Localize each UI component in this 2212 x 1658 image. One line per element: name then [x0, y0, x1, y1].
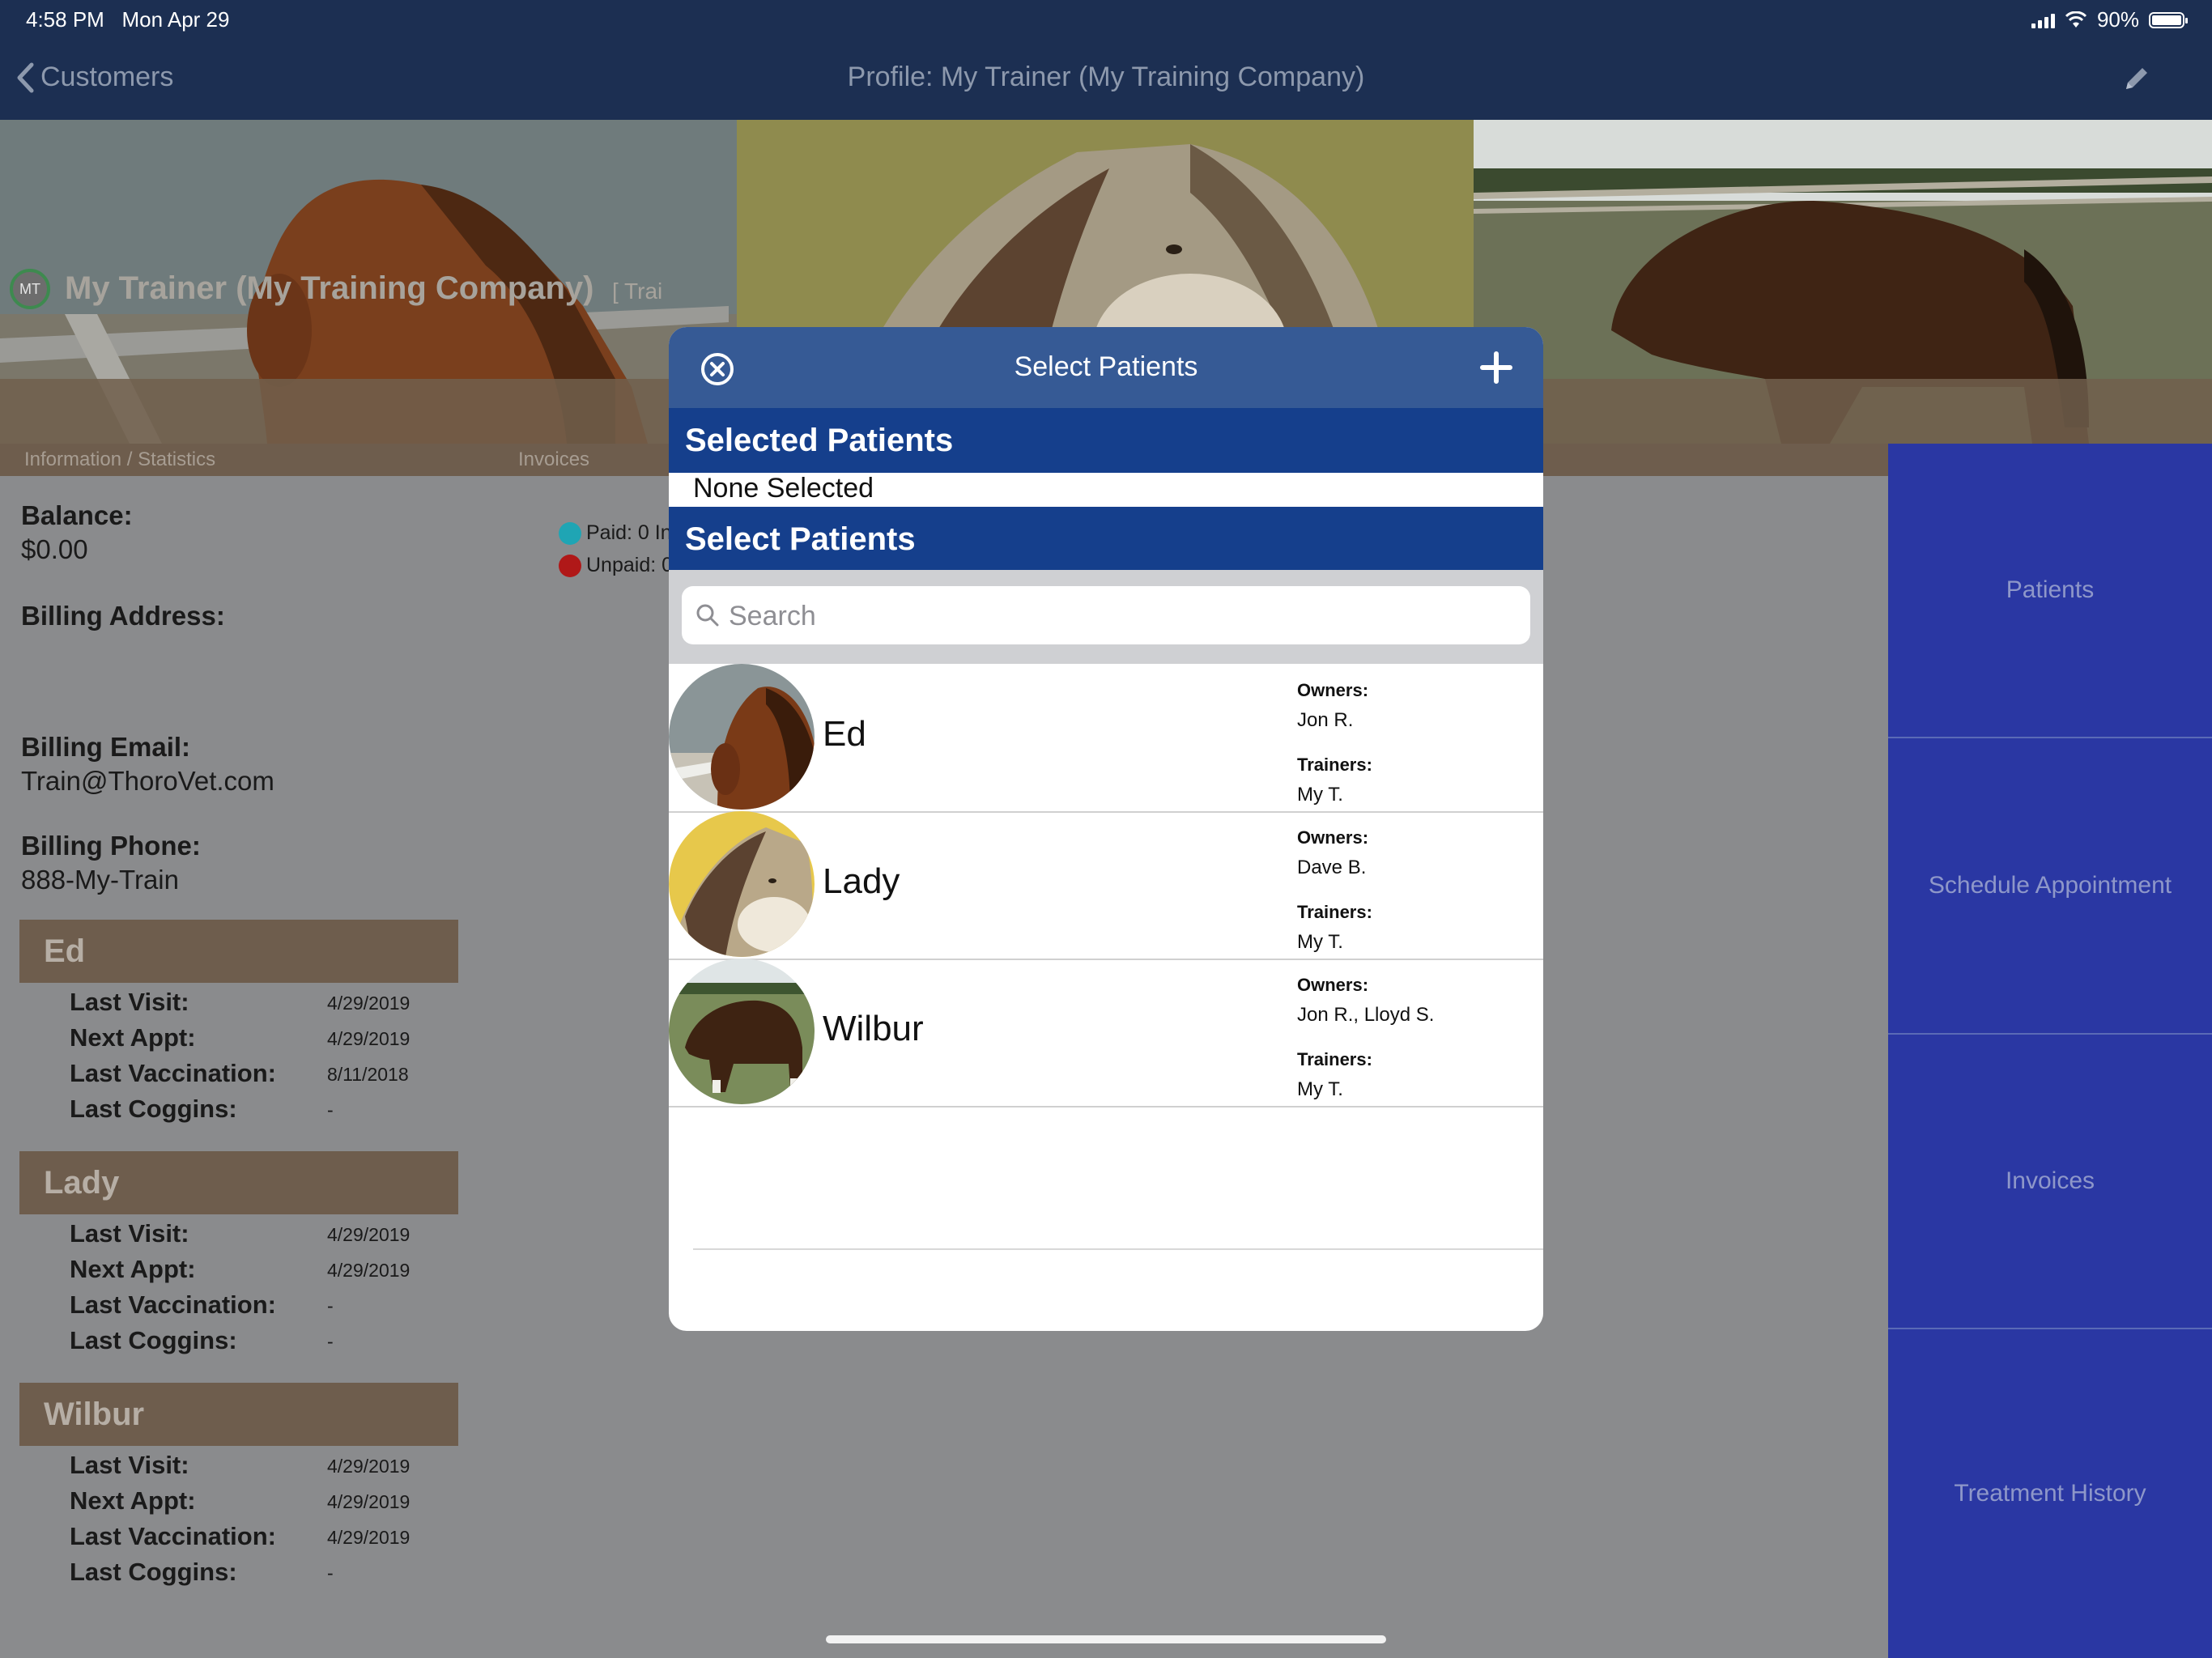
selected-patients-header: Selected Patients: [669, 408, 1543, 473]
card-row-last-vaccination: Last Vaccination: 8/11/2018: [70, 1059, 409, 1087]
patient-card-title: Wilbur: [19, 1383, 458, 1446]
patient-name: Wilbur: [823, 1009, 924, 1048]
tab-information[interactable]: Information / Statistics: [24, 449, 215, 471]
side-treatment-history-button[interactable]: Treatment History: [1888, 1329, 2212, 1658]
billing-email-value: Train@ThoroVet.com: [21, 766, 274, 796]
billing-phone-label: Billing Phone:: [21, 831, 201, 861]
owners-label: Owners:: [1297, 975, 1369, 995]
search-bar: [669, 570, 1543, 664]
card-row-last-coggins: Last Coggins: -: [70, 1095, 334, 1123]
customer-name: My Trainer (My Training Company): [65, 270, 594, 306]
signal-icon: [2031, 12, 2055, 28]
trainers-value: My T.: [1297, 1078, 1343, 1100]
wifi-icon: [2065, 11, 2087, 28]
patient-avatar-wilbur: [669, 959, 815, 1104]
unpaid-dot-icon: [559, 554, 581, 577]
battery-percent: 90%: [2096, 7, 2139, 32]
modal-header: Select Patients: [669, 327, 1543, 408]
status-bar: 4:58 PM Mon Apr 29 90%: [0, 0, 2212, 39]
side-invoices-button[interactable]: Invoices: [1888, 1035, 2212, 1329]
owners-value: Dave B.: [1297, 857, 1367, 878]
side-menu: Patients Schedule Appointment Invoices T…: [1888, 444, 2212, 1658]
select-patients-header: Select Patients: [669, 507, 1543, 572]
billing-address-label: Billing Address:: [21, 601, 225, 631]
billing-phone-value: 888-My-Train: [21, 865, 179, 895]
card-row-last-coggins: Last Coggins: -: [70, 1326, 334, 1354]
patient-card-lady[interactable]: Lady Last Visit: 4/29/2019 Next Appt: 4/29…: [19, 1151, 458, 1357]
patient-card-title: Ed: [19, 920, 458, 983]
owners-value: Jon R., Lloyd S.: [1297, 1004, 1435, 1026]
balance-value: $0.00: [21, 534, 88, 564]
search-input[interactable]: [727, 596, 1508, 636]
status-time: 4:58 PM Mon Apr 29: [26, 7, 230, 32]
plus-icon: [1480, 351, 1512, 384]
patient-name: Lady: [823, 861, 900, 901]
card-row-next-appt: Next Appt: 4/29/2019: [70, 1486, 410, 1515]
modal-title: Select Patients: [1014, 351, 1198, 382]
patient-avatar-lady: [669, 811, 815, 957]
billing-email-label: Billing Email:: [21, 732, 191, 762]
trainers-label: Trainers:: [1297, 1049, 1372, 1069]
owners-value: Jon R.: [1297, 709, 1354, 731]
legend-unpaid: Unpaid: 0: [559, 554, 673, 577]
owners-label: Owners:: [1297, 680, 1369, 700]
trainers-value: My T.: [1297, 784, 1343, 806]
customer-type-label: [ Trai: [612, 278, 663, 304]
patient-card-wilbur[interactable]: Wilbur Last Visit: 4/29/2019 Next Appt: 4/…: [19, 1383, 458, 1588]
trainers-label: Trainers:: [1297, 755, 1372, 775]
pencil-icon: [2126, 68, 2147, 89]
balance-label: Balance:: [21, 500, 133, 530]
trainers-value: My T.: [1297, 931, 1343, 953]
side-patients-button[interactable]: Patients: [1888, 444, 2212, 738]
paid-dot-icon: [559, 521, 581, 545]
card-row-last-visit: Last Visit: 4/29/2019: [70, 1219, 410, 1248]
none-selected-text: None Selected: [693, 473, 874, 504]
owners-label: Owners:: [1297, 827, 1369, 848]
patient-row-ed[interactable]: Ed Owners: Jon R. Trainers: My T.: [669, 664, 1543, 813]
home-indicator[interactable]: [826, 1635, 1386, 1643]
card-row-last-visit: Last Visit: 4/29/2019: [70, 1451, 410, 1479]
patient-row-lady[interactable]: Lady Owners: Dave B. Trainers: My T.: [669, 811, 1543, 960]
trainers-label: Trainers:: [1297, 902, 1372, 922]
patient-name: Ed: [823, 714, 866, 754]
legend-paid: Paid: 0 In: [559, 521, 672, 545]
card-row-next-appt: Next Appt: 4/29/2019: [70, 1023, 410, 1052]
avatar: MT: [10, 269, 50, 309]
card-row-next-appt: Next Appt: 4/29/2019: [70, 1255, 410, 1283]
card-row-last-visit: Last Visit: 4/29/2019: [70, 988, 410, 1016]
patient-card-title: Lady: [19, 1151, 458, 1214]
select-patients-modal: Select Patients Selected Patients None S…: [669, 327, 1543, 1331]
patient-card-ed[interactable]: Ed Last Visit: 4/29/2019 Next Appt: 4/29/2…: [19, 920, 458, 1125]
tab-invoices[interactable]: Invoices: [518, 449, 589, 471]
add-patient-button[interactable]: [1480, 351, 1512, 388]
card-row-last-vaccination: Last Vaccination: 4/29/2019: [70, 1522, 410, 1550]
search-icon: [696, 604, 719, 627]
search-field[interactable]: [682, 586, 1530, 644]
card-row-last-coggins: Last Coggins: -: [70, 1558, 334, 1586]
list-divider: [693, 1248, 1543, 1250]
page-title: Profile: My Trainer (My Training Company…: [847, 62, 1365, 92]
patient-avatar-ed: [669, 664, 815, 810]
side-schedule-appointment-button[interactable]: Schedule Appointment: [1888, 738, 2212, 1035]
nav-bar: Customers Profile: My Trainer (My Traini…: [0, 39, 2212, 120]
card-row-last-vaccination: Last Vaccination: -: [70, 1290, 334, 1319]
edit-button[interactable]: [2121, 63, 2152, 98]
patient-row-wilbur[interactable]: Wilbur Owners: Jon R., Lloyd S. Trainers…: [669, 959, 1543, 1107]
battery-icon: [2149, 11, 2188, 28]
